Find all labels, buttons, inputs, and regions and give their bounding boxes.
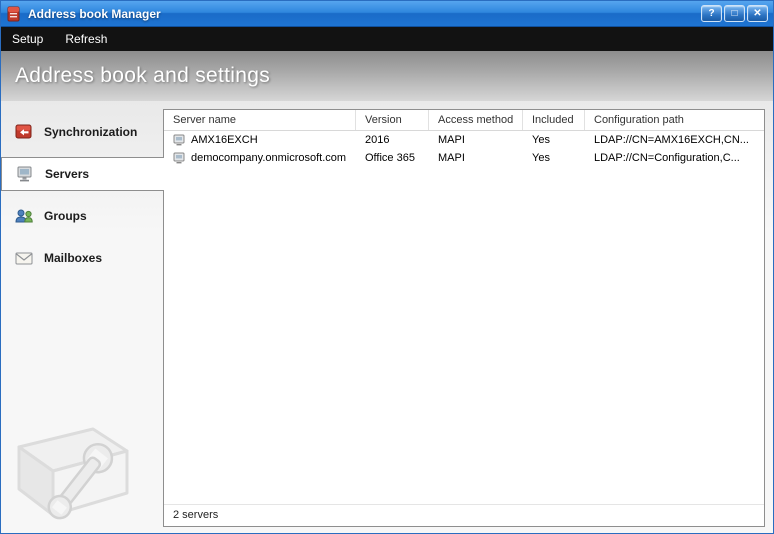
cell-access-method: MAPI [429,152,523,164]
page-title: Address book and settings [15,64,270,88]
app-window: Address book Manager ? □ ✕ Setup Refresh… [0,0,774,534]
groups-icon [13,207,35,225]
sidebar-item-label: Servers [45,167,89,181]
sidebar-item-label: Synchronization [44,125,137,139]
mailbox-icon [13,249,35,267]
column-header-version[interactable]: Version [356,110,429,130]
status-text: 2 servers [164,504,764,526]
sync-icon [13,123,35,141]
column-header-configuration-path[interactable]: Configuration path [585,110,764,130]
maximize-button[interactable]: □ [724,5,745,22]
server-row-icon [173,134,187,146]
title-bar: Address book Manager ? □ ✕ [1,1,773,27]
server-row-icon [173,152,187,164]
table-header-row: Server name Version Access method Includ… [164,110,764,131]
menu-refresh[interactable]: Refresh [54,27,118,51]
cell-configuration-path: LDAP://CN=AMX16EXCH,CN... [585,134,764,146]
cell-configuration-path: LDAP://CN=Configuration,C... [585,152,764,164]
sidebar-item-synchronization[interactable]: Synchronization [1,115,163,149]
column-header-included[interactable]: Included [523,110,585,130]
cell-included: Yes [523,152,585,164]
servers-panel: Server name Version Access method Includ… [163,109,765,527]
table-row[interactable]: democompany.onmicrosoft.com Office 365 M… [164,149,764,167]
server-name-text: AMX16EXCH [191,134,258,146]
sidebar-item-label: Groups [44,209,87,223]
close-button[interactable]: ✕ [747,5,768,22]
help-button[interactable]: ? [701,5,722,22]
server-name-text: democompany.onmicrosoft.com [191,152,346,164]
menu-bar: Setup Refresh [1,27,773,51]
toolbox-watermark-graphic [5,389,145,531]
header-banner: Address book and settings [1,51,773,101]
cell-access-method: MAPI [429,134,523,146]
column-header-access-method[interactable]: Access method [429,110,523,130]
cell-server-name: AMX16EXCH [164,134,356,146]
server-icon [14,165,36,183]
content-area: Synchronization Servers Groups [1,101,773,533]
sidebar: Synchronization Servers Groups [1,101,163,533]
sidebar-item-groups[interactable]: Groups [1,199,163,233]
column-header-server-name[interactable]: Server name [164,110,356,130]
menu-setup[interactable]: Setup [1,27,54,51]
sidebar-item-label: Mailboxes [44,251,102,265]
window-title: Address book Manager [28,7,701,21]
sidebar-item-servers[interactable]: Servers [1,157,164,191]
app-icon [6,6,22,22]
window-controls: ? □ ✕ [701,5,768,22]
table-row[interactable]: AMX16EXCH 2016 MAPI Yes LDAP://CN=AMX16E… [164,131,764,149]
cell-version: Office 365 [356,152,429,164]
cell-server-name: democompany.onmicrosoft.com [164,152,356,164]
cell-version: 2016 [356,134,429,146]
cell-included: Yes [523,134,585,146]
sidebar-item-mailboxes[interactable]: Mailboxes [1,241,163,275]
